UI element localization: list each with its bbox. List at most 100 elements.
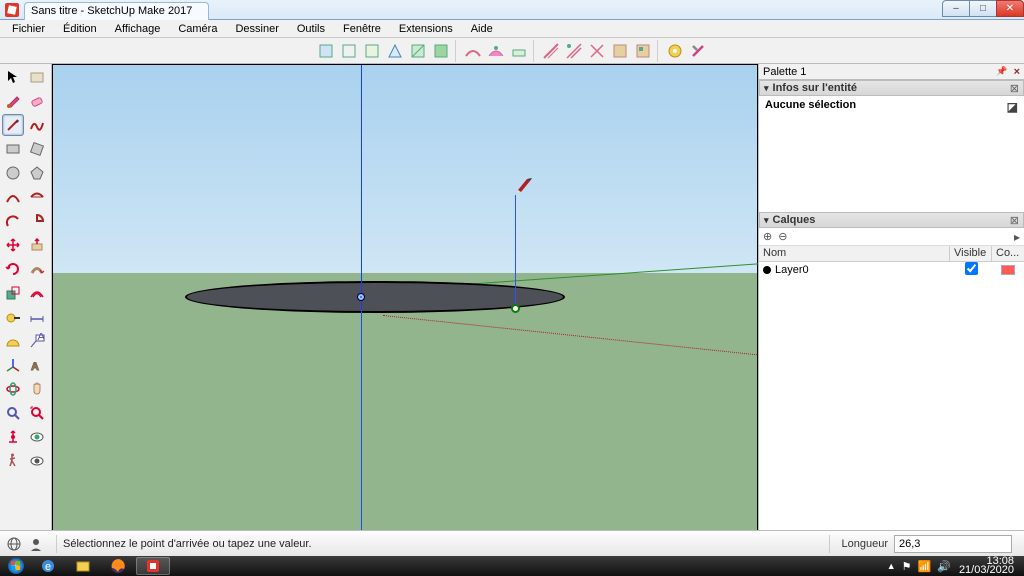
pin-icon[interactable]: 📌 xyxy=(996,66,1007,77)
sandbox-stamp-button[interactable] xyxy=(485,40,507,62)
section-tool[interactable] xyxy=(26,450,48,472)
sandbox-scratch-button[interactable] xyxy=(540,40,562,62)
menu-affichage[interactable]: Affichage xyxy=(107,21,169,37)
line-tool[interactable] xyxy=(2,114,24,136)
pie-tool[interactable] xyxy=(26,210,48,232)
status-hint: Sélectionnez le point d'arrivée ou tapez… xyxy=(63,538,823,550)
zoom-extents-tool[interactable] xyxy=(26,402,48,424)
look-around-tool[interactable] xyxy=(26,426,48,448)
scene-sky xyxy=(53,65,757,273)
layer-active-radio-icon[interactable] xyxy=(763,266,771,274)
layers-header[interactable]: ▾ Calques ⊠ xyxy=(759,212,1024,228)
tray-sound-icon[interactable]: 🔊 xyxy=(937,560,951,573)
rotated-rect-tool[interactable] xyxy=(26,138,48,160)
sandbox-flip-edge-button[interactable] xyxy=(586,40,608,62)
sandbox-add-detail-button[interactable] xyxy=(563,40,585,62)
settings-gear-button[interactable] xyxy=(664,40,686,62)
protractor-tool[interactable] xyxy=(2,330,24,352)
tray-clock[interactable]: 13:08 21/03/2020 xyxy=(957,556,1016,576)
rectangle-tool[interactable] xyxy=(2,138,24,160)
tray-up-icon[interactable]: ▲ xyxy=(887,561,896,571)
task-firefox-icon[interactable] xyxy=(101,557,135,575)
style-xray-button[interactable] xyxy=(407,40,429,62)
layer-visible-checkbox[interactable] xyxy=(965,262,978,275)
status-geo-icon[interactable] xyxy=(6,536,22,552)
style-outline-button[interactable] xyxy=(384,40,406,62)
pushpull-tool[interactable] xyxy=(26,234,48,256)
status-user-icon[interactable] xyxy=(28,536,44,552)
layers-col-color[interactable]: Co... xyxy=(992,246,1024,261)
entity-settings-icon[interactable]: ◪ xyxy=(1007,100,1018,114)
sandbox-contour-button[interactable] xyxy=(632,40,654,62)
style-hidden-button[interactable] xyxy=(361,40,383,62)
sandbox-tin-button[interactable] xyxy=(609,40,631,62)
menu-camera[interactable]: Caméra xyxy=(170,21,225,37)
move-tool[interactable] xyxy=(2,234,24,256)
layer-remove-icon[interactable]: ⊖ xyxy=(778,230,787,243)
layer-row[interactable]: Layer0 xyxy=(759,262,1024,278)
layers-list: Layer0 xyxy=(759,262,1024,550)
sandbox-smoove-button[interactable] xyxy=(462,40,484,62)
window-title: Sans titre - SketchUp Make 2017 xyxy=(31,5,192,17)
menu-fichier[interactable]: Fichier xyxy=(4,21,53,37)
circle-tool[interactable] xyxy=(2,162,24,184)
menu-aide[interactable]: Aide xyxy=(463,21,501,37)
entity-info-header[interactable]: ▾ Infos sur l'entité ⊠ xyxy=(759,80,1024,96)
scale-tool[interactable] xyxy=(2,282,24,304)
arc2-tool[interactable] xyxy=(26,186,48,208)
viewport[interactable] xyxy=(52,64,758,550)
arc-tool[interactable] xyxy=(2,186,24,208)
palette-close-icon[interactable]: × xyxy=(1014,66,1020,78)
offset-tool[interactable] xyxy=(26,282,48,304)
layers-col-visible[interactable]: Visible xyxy=(950,246,992,261)
menu-outils[interactable]: Outils xyxy=(289,21,333,37)
tray-flag-icon[interactable]: ⚑ xyxy=(902,560,912,573)
orbit-tool[interactable] xyxy=(2,378,24,400)
walk-tool[interactable] xyxy=(2,450,24,472)
tools-wrench-button[interactable] xyxy=(687,40,709,62)
layers-section-close-icon[interactable]: ⊠ xyxy=(1010,214,1019,227)
layers-col-name[interactable]: Nom xyxy=(759,246,950,261)
start-button[interactable] xyxy=(2,556,30,576)
layer-color-swatch[interactable] xyxy=(1001,265,1015,275)
task-ie-icon[interactable]: e xyxy=(31,557,65,575)
tray-network-icon[interactable]: 📶 xyxy=(918,560,932,573)
entity-section-close-icon[interactable]: ⊠ xyxy=(1010,82,1019,95)
polygon-tool[interactable] xyxy=(26,162,48,184)
axes-tool[interactable] xyxy=(2,354,24,376)
close-button[interactable]: ✕ xyxy=(996,0,1024,17)
zoom-tool[interactable] xyxy=(2,402,24,424)
style-shaded-button[interactable] xyxy=(315,40,337,62)
pan-tool[interactable] xyxy=(26,378,48,400)
select-tool[interactable] xyxy=(2,66,24,88)
task-explorer-icon[interactable] xyxy=(66,557,100,575)
pencil-cursor-icon xyxy=(515,175,533,193)
position-camera-tool[interactable] xyxy=(2,426,24,448)
text-tool[interactable]: A1 xyxy=(26,330,48,352)
system-tray: ▲ ⚑ 📶 🔊 13:08 21/03/2020 xyxy=(887,556,1022,576)
sandbox-drape-button[interactable] xyxy=(508,40,530,62)
paint-tool[interactable] xyxy=(2,90,24,112)
component-tool[interactable] xyxy=(26,66,48,88)
measure-input[interactable]: 26,3 xyxy=(894,535,1012,553)
tape-tool[interactable] xyxy=(2,306,24,328)
3dtext-tool[interactable]: A xyxy=(26,354,48,376)
rotate-tool[interactable] xyxy=(2,258,24,280)
maximize-button[interactable]: □ xyxy=(969,0,997,17)
menu-edition[interactable]: Édition xyxy=(55,21,105,37)
dimension-tool[interactable] xyxy=(26,306,48,328)
eraser-tool[interactable] xyxy=(26,90,48,112)
palette-title-bar[interactable]: Palette 1 📌 × xyxy=(759,64,1024,80)
layer-menu-icon[interactable]: ▸ xyxy=(1014,230,1020,244)
style-wire-button[interactable] xyxy=(338,40,360,62)
style-mono-button[interactable] xyxy=(430,40,452,62)
menu-dessiner[interactable]: Dessiner xyxy=(227,21,286,37)
layer-add-icon[interactable]: ⊕ xyxy=(763,230,772,243)
minimize-button[interactable]: – xyxy=(942,0,970,17)
freehand-tool[interactable] xyxy=(26,114,48,136)
menu-fenetre[interactable]: Fenêtre xyxy=(335,21,389,37)
menu-extensions[interactable]: Extensions xyxy=(391,21,461,37)
task-sketchup-icon[interactable] xyxy=(136,557,170,575)
followme-tool[interactable] xyxy=(26,258,48,280)
arc3-tool[interactable] xyxy=(2,210,24,232)
